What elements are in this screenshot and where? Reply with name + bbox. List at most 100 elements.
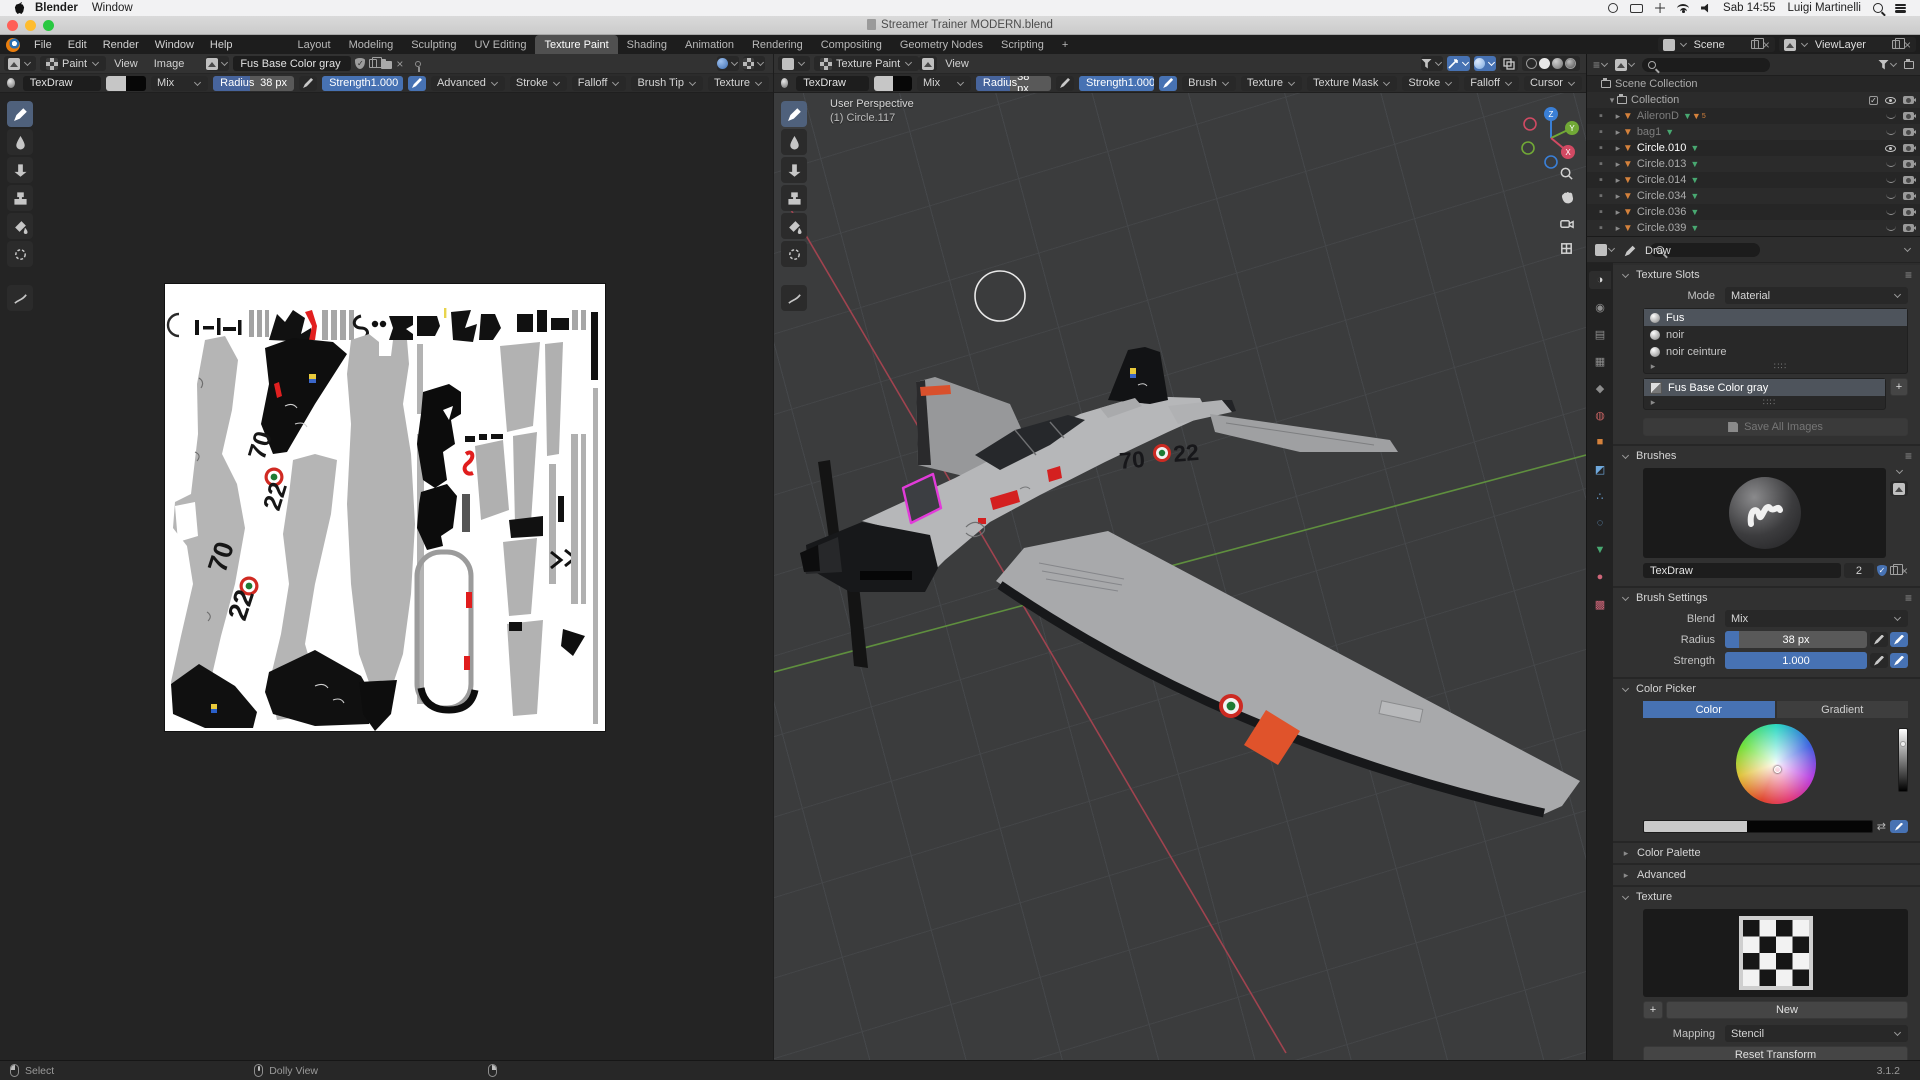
list-expand-icon[interactable]: ▸ xyxy=(1648,397,1658,408)
new-viewlayer-icon[interactable] xyxy=(1891,38,1905,49)
ie-radius-slider[interactable]: Radius 38 px xyxy=(213,75,295,91)
hide-icon[interactable] xyxy=(1886,210,1896,215)
hide-icon[interactable] xyxy=(1886,226,1896,231)
collection-checkbox[interactable]: ✓ xyxy=(1869,95,1878,105)
vp-popover-cursor[interactable]: Cursor xyxy=(1523,75,1582,91)
reset-transform-button[interactable]: Reset Transform xyxy=(1643,1046,1908,1060)
collection-visibility-icon[interactable] xyxy=(1885,96,1896,104)
radius-slider[interactable]: 38 px xyxy=(1725,631,1867,648)
tab-tool-properties[interactable]: ◑ xyxy=(1589,271,1611,289)
tab-viewlayer-properties[interactable]: ▦ xyxy=(1589,352,1611,370)
advanced-panel-header[interactable]: ▸ Advanced xyxy=(1613,865,1920,885)
ie-popover-stroke[interactable]: Stroke xyxy=(509,75,567,91)
tool-soften-icon[interactable] xyxy=(7,129,33,155)
shading-wireframe-icon[interactable] xyxy=(1526,58,1537,69)
navigation-gizmo[interactable]: Z Y X xyxy=(1521,107,1579,169)
render-visibility-icon[interactable] xyxy=(1903,224,1914,232)
menu-window[interactable]: Window xyxy=(147,35,202,54)
editor-type-3d-viewport[interactable] xyxy=(778,56,810,71)
render-visibility-icon[interactable] xyxy=(1903,160,1914,168)
color-pressure-icon[interactable] xyxy=(1890,820,1908,833)
texture-preview[interactable] xyxy=(1643,909,1908,997)
control-center-icon[interactable] xyxy=(1895,3,1906,13)
brush-settings-panel-header[interactable]: Brush Settings ≡ xyxy=(1613,588,1920,608)
scene-name[interactable]: Scene xyxy=(1692,39,1747,51)
hide-icon[interactable] xyxy=(1886,114,1896,119)
tab-world-properties[interactable]: ◍ xyxy=(1589,406,1611,424)
add-workspace-button[interactable]: + xyxy=(1053,35,1077,54)
outliner-row-collection[interactable]: ▾ Collection ✓ xyxy=(1587,92,1920,108)
tab-output-properties[interactable]: ▤ xyxy=(1589,325,1611,343)
outliner-filter-id[interactable] xyxy=(1615,58,1636,71)
vp-popover-brush[interactable]: Brush xyxy=(1182,75,1236,91)
radius-pressure-icon[interactable] xyxy=(1890,632,1908,647)
vp-tool-soften-icon[interactable] xyxy=(781,129,807,155)
tab-render-properties[interactable]: ◉ xyxy=(1589,298,1611,316)
render-visibility-icon[interactable] xyxy=(1903,112,1914,120)
ie-popover-texture[interactable]: Texture xyxy=(707,75,770,91)
tab-material-properties[interactable]: ● xyxy=(1589,568,1611,586)
menu-render[interactable]: Render xyxy=(95,35,147,54)
save-all-images-button[interactable]: Save All Images xyxy=(1643,418,1908,436)
vp-color-swatches[interactable] xyxy=(874,75,913,91)
tab-physics-properties[interactable]: ◌ xyxy=(1589,514,1611,532)
brush-preview[interactable] xyxy=(1643,468,1886,558)
viewport-3d-area[interactable]: 70 22 Z Y X User Perspective (1) Circle.… xyxy=(774,93,1586,1060)
color-wheel-cursor[interactable] xyxy=(1773,766,1781,773)
ie-color-swatches[interactable] xyxy=(105,75,147,91)
spotlight-icon[interactable] xyxy=(1873,3,1883,13)
overlays-button[interactable] xyxy=(1474,56,1496,71)
tab-modifier-properties[interactable]: ◩ xyxy=(1589,460,1611,478)
ie-popover-brush-tip[interactable]: Brush Tip xyxy=(631,75,703,91)
open-image-icon[interactable] xyxy=(381,58,393,69)
collection-render-icon[interactable] xyxy=(1903,96,1914,104)
brush-fake-user-icon[interactable]: ✓ xyxy=(1876,565,1887,576)
color-wheel[interactable] xyxy=(1735,724,1816,804)
render-visibility-icon[interactable] xyxy=(1903,128,1914,136)
copy-image-icon[interactable] xyxy=(369,57,383,68)
brush-users-count[interactable]: 2 xyxy=(1843,563,1874,578)
render-visibility-icon[interactable] xyxy=(1903,176,1914,184)
macos-window-menu[interactable]: Window xyxy=(92,2,133,14)
editor-type-image[interactable] xyxy=(4,56,36,71)
outliner-display-mode[interactable]: ≡ xyxy=(1593,58,1609,72)
vp-radius-pressure-icon[interactable] xyxy=(1056,75,1075,91)
vp-brush-name[interactable]: TexDraw xyxy=(796,75,870,91)
gizmos-button[interactable] xyxy=(1447,56,1470,71)
list-resize-grip[interactable]: ∷∷ xyxy=(1774,361,1787,372)
outliner-row-object[interactable]: ▪ ▸ ▼ Circle.036 ▼ xyxy=(1587,204,1920,220)
browse-brush-chevron[interactable] xyxy=(1895,466,1903,475)
tab-geometry-nodes[interactable]: Geometry Nodes xyxy=(891,35,992,54)
outliner-search-input[interactable] xyxy=(1642,57,1771,72)
tab-rendering[interactable]: Rendering xyxy=(743,35,812,54)
panel-menu-icon[interactable]: ≡ xyxy=(1905,449,1912,463)
menu-help[interactable]: Help xyxy=(202,35,241,54)
outliner-row-object[interactable]: ▪ ▸ ▼ Circle.034 ▼ xyxy=(1587,188,1920,204)
primary-color-swatch[interactable] xyxy=(1644,821,1747,832)
xray-toggle[interactable] xyxy=(1500,56,1518,71)
tab-layout[interactable]: Layout xyxy=(289,35,340,54)
hide-icon[interactable] xyxy=(1886,130,1896,135)
strength-animate-icon[interactable] xyxy=(1870,653,1888,668)
object-visibility-button[interactable] xyxy=(1421,56,1443,71)
outliner-row-object[interactable]: ▪ ▸ ▼ Circle.014 ▼ xyxy=(1587,172,1920,188)
list-resize-grip[interactable]: ∷∷ xyxy=(1763,397,1776,408)
panel-menu-icon[interactable]: ≡ xyxy=(1905,591,1912,605)
shading-material-icon[interactable] xyxy=(1552,58,1563,69)
image-menu-image[interactable]: Image xyxy=(146,54,193,73)
tab-modeling[interactable]: Modeling xyxy=(340,35,403,54)
outliner-filter-button[interactable] xyxy=(1878,59,1898,70)
ie-strength-pressure-icon[interactable] xyxy=(407,75,426,91)
image-datablock-name[interactable]: Fus Base Color gray xyxy=(233,56,352,71)
zoom-view-icon[interactable] xyxy=(1554,161,1578,185)
pin-icon[interactable] xyxy=(415,60,422,72)
vp-tool-mask-icon[interactable] xyxy=(781,241,807,267)
brush-image-button[interactable] xyxy=(1890,481,1908,496)
ie-popover-advanced[interactable]: Advanced xyxy=(430,75,505,91)
ie-popover-falloff[interactable]: Falloff xyxy=(571,75,627,91)
vp-tool-draw-icon[interactable] xyxy=(781,101,807,127)
panel-menu-icon[interactable]: ≡ xyxy=(1905,268,1912,282)
tab-sculpting[interactable]: Sculpting xyxy=(402,35,465,54)
vp-tool-clone-icon[interactable] xyxy=(781,185,807,211)
tool-clone-icon[interactable] xyxy=(7,185,33,211)
